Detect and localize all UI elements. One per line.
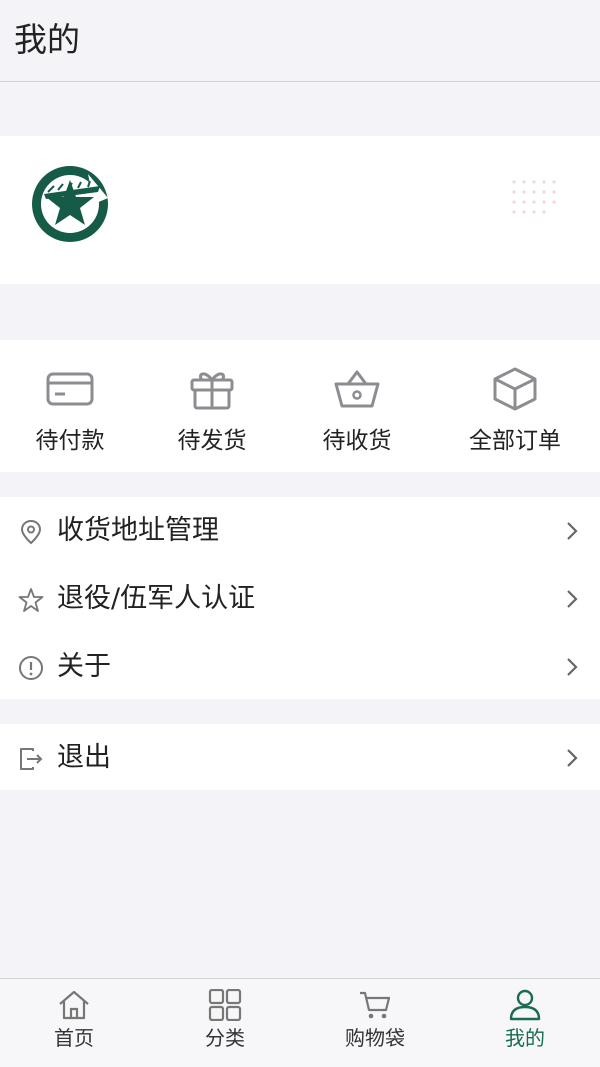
cart-icon bbox=[360, 991, 391, 1019]
chevron-right-icon bbox=[567, 590, 578, 608]
decorative-dots bbox=[512, 180, 556, 214]
tab-label: 购物袋 bbox=[345, 1026, 405, 1050]
chevron-right-icon bbox=[567, 749, 578, 767]
home-icon bbox=[59, 990, 89, 1020]
order-label: 待付款 bbox=[35, 428, 105, 454]
menu-item-label: 关于 bbox=[57, 651, 111, 682]
order-pending-shipment[interactable]: 待发货 bbox=[142, 366, 282, 466]
card-icon bbox=[46, 372, 94, 406]
location-pin-icon bbox=[20, 519, 42, 545]
logout-button[interactable]: 退出 bbox=[0, 724, 600, 792]
tab-label: 首页 bbox=[54, 1026, 94, 1050]
tab-mine[interactable]: 我的 bbox=[465, 989, 585, 1051]
gift-icon bbox=[190, 372, 234, 410]
menu-item-label: 退役/伍军人认证 bbox=[57, 583, 256, 614]
user-icon bbox=[509, 989, 541, 1021]
menu-item-veteran-certification[interactable]: 退役/伍军人认证 bbox=[0, 565, 600, 633]
logout-label: 退出 bbox=[57, 742, 111, 773]
chevron-right-icon bbox=[567, 522, 578, 540]
order-label: 待发货 bbox=[177, 428, 247, 454]
tab-home[interactable]: 首页 bbox=[14, 989, 134, 1051]
menu-card: 收货地址管理 退役/伍军人认证 关于 bbox=[0, 497, 600, 699]
tab-category[interactable]: 分类 bbox=[165, 989, 285, 1051]
menu-item-address[interactable]: 收货地址管理 bbox=[0, 497, 600, 565]
logout-icon bbox=[20, 748, 43, 770]
chevron-right-icon bbox=[567, 658, 578, 676]
order-label: 待收货 bbox=[322, 428, 392, 454]
order-pending-receipt[interactable]: 待收货 bbox=[287, 366, 427, 466]
logout-card: 退出 bbox=[0, 724, 600, 790]
page-header: 我的 bbox=[0, 0, 600, 82]
menu-item-about[interactable]: 关于 bbox=[0, 633, 600, 701]
order-all[interactable]: 全部订单 bbox=[445, 366, 585, 466]
box-icon bbox=[493, 367, 537, 411]
page-title: 我的 bbox=[14, 20, 80, 59]
star-emblem-icon[interactable] bbox=[30, 164, 110, 244]
order-pending-payment[interactable]: 待付款 bbox=[0, 366, 140, 466]
tab-label: 分类 bbox=[205, 1026, 245, 1050]
menu-item-label: 收货地址管理 bbox=[57, 515, 219, 546]
tab-label: 我的 bbox=[505, 1026, 545, 1050]
basket-icon bbox=[334, 370, 380, 408]
info-circle-icon bbox=[19, 656, 43, 680]
grid-icon bbox=[208, 989, 242, 1021]
orders-card: 待付款 待发货 待收货 全部订单 bbox=[0, 340, 600, 472]
order-label: 全部订单 bbox=[469, 428, 561, 454]
bottom-tab-bar: 首页 分类 购物袋 我的 bbox=[0, 978, 600, 1067]
tab-shopping-bag[interactable]: 购物袋 bbox=[315, 989, 435, 1051]
star-outline-icon bbox=[18, 588, 44, 612]
